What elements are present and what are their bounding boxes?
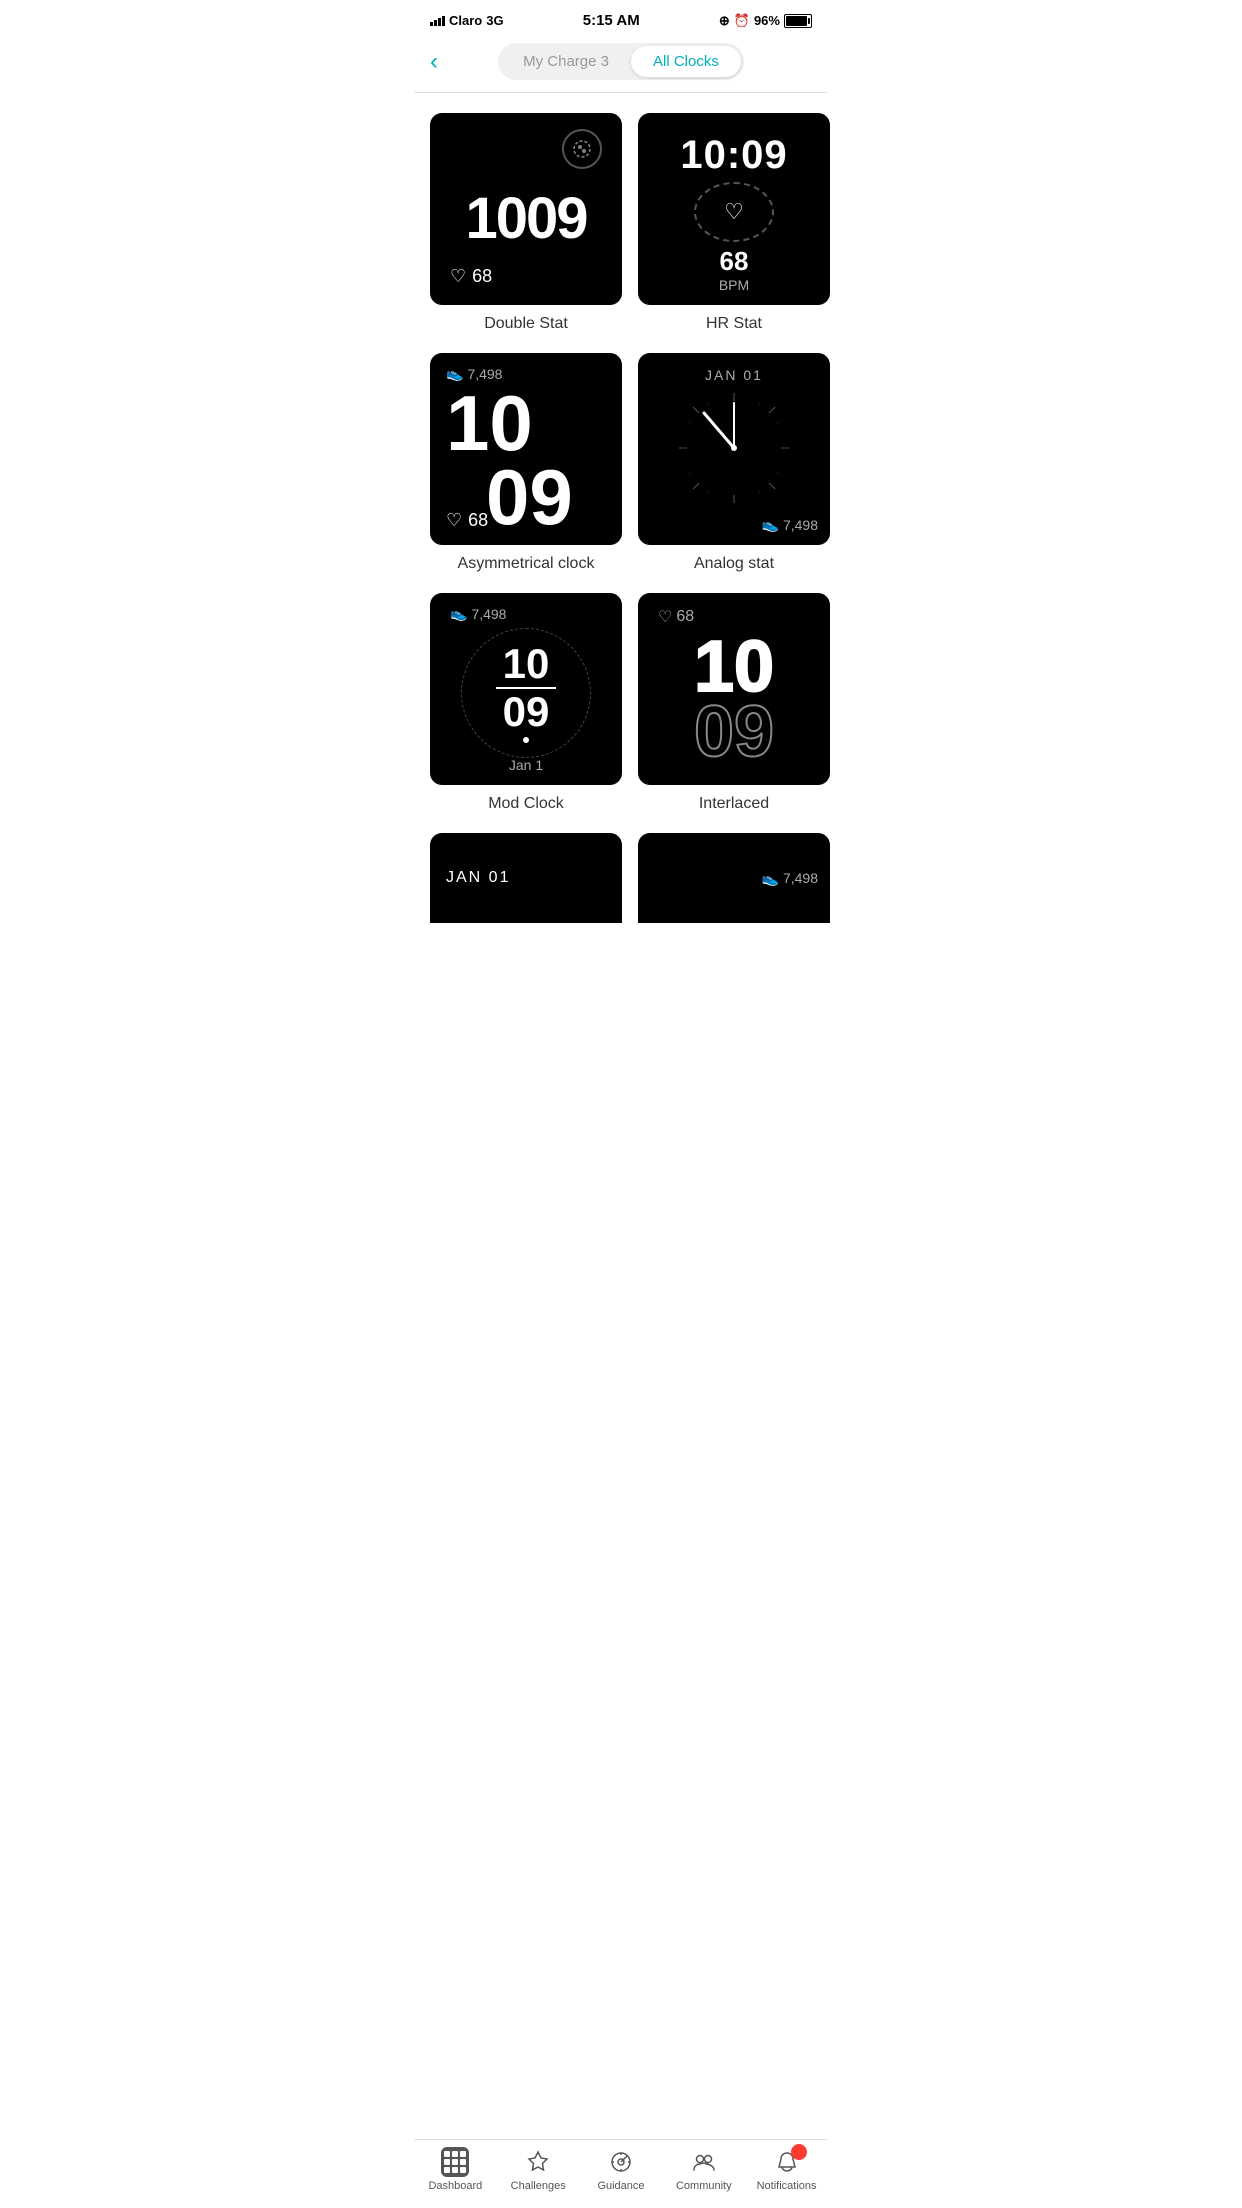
notifications-icon (773, 2148, 801, 2176)
tab-all-clocks[interactable]: All Clocks (631, 46, 741, 77)
clock-face-hr-stat: 10:09 ♡ 68 BPM (638, 113, 830, 305)
alarm-icon: ⏰ (734, 13, 750, 29)
clock-label-asym: Asymmetrical clock (458, 555, 595, 573)
battery-percent: 96% (754, 13, 780, 28)
hr-stat-display: 10:09 ♡ 68 BPM (638, 113, 830, 305)
partial-clock-row: JAN 01 👟 7,498 (414, 833, 828, 1003)
nav-item-challenges[interactable]: Challenges (508, 2148, 568, 2192)
analog-display: JAN 01 (638, 353, 830, 545)
status-bar: Claro 3G 5:15 AM ⊕ ⏰ 96% (414, 0, 828, 35)
clock-item-mod[interactable]: 👟 7,498 10 09 Jan 1 Mod Clock (430, 593, 622, 813)
partial-clock-1: JAN 01 (430, 833, 622, 923)
status-left: Claro 3G (430, 13, 504, 28)
carrier-label: Claro (449, 13, 482, 28)
analog-clock-svg (669, 383, 799, 513)
hr-circle: ♡ (694, 182, 774, 242)
dashboard-icon (441, 2148, 469, 2176)
interlaced-display: ♡ 68 10 09 (638, 593, 830, 785)
guidance-icon (607, 2148, 635, 2176)
mod-steps: 👟 7,498 (450, 605, 506, 622)
status-right: ⊕ ⏰ 96% (719, 13, 812, 29)
analog-steps: 👟 7,498 (762, 516, 818, 533)
status-time: 5:15 AM (583, 12, 640, 29)
mod-minute: 09 (503, 691, 550, 733)
clock-face-interlaced: ♡ 68 10 09 (638, 593, 830, 785)
steps-icon: 👟 (762, 516, 779, 533)
steps-icon: 👟 (762, 870, 779, 887)
notification-badge (791, 2144, 807, 2160)
clock-item-double-stat[interactable]: 1009 ♡ 68 Double Stat (430, 113, 622, 333)
clock-label-mod: Mod Clock (488, 795, 564, 813)
network-label: 3G (486, 13, 503, 28)
steps-circle-icon (562, 129, 602, 169)
heart-icon: ♡ (658, 607, 672, 627)
heart-icon: ♡ (724, 199, 744, 225)
nav-item-notifications[interactable]: Notifications (757, 2148, 817, 2192)
hr-stat-time: 10:09 (680, 133, 787, 178)
partial-clock-2: 👟 7,498 (638, 833, 830, 923)
hr-stat-bpm-num: 68 (720, 246, 749, 277)
asym-minute: 09 (486, 460, 606, 534)
back-button[interactable]: ‹ (430, 48, 438, 76)
interlaced-hr: ♡ 68 (658, 607, 694, 627)
clock-label-analog: Analog stat (694, 555, 774, 573)
clock-face-analog: JAN 01 (638, 353, 830, 545)
mod-dot (523, 737, 529, 743)
clock-item-asym[interactable]: 👟 7,498 10 09 ♡ 68 Asymmetrical clock (430, 353, 622, 573)
location-icon: ⊕ (719, 13, 730, 29)
clock-item-partial-2[interactable]: 👟 7,498 (638, 833, 830, 923)
clock-face-mod: 👟 7,498 10 09 Jan 1 (430, 593, 622, 785)
nav-label-challenges: Challenges (511, 2180, 566, 2192)
clock-label-interlaced: Interlaced (699, 795, 769, 813)
hr-stat-bpm-label: BPM (719, 277, 749, 293)
clock-face-asym: 👟 7,498 10 09 ♡ 68 (430, 353, 622, 545)
interlaced-minute: 09 (694, 700, 774, 765)
double-stat-hr: ♡ 68 (450, 266, 492, 287)
nav-item-guidance[interactable]: Guidance (591, 2148, 651, 2192)
tab-device[interactable]: My Charge 3 (501, 46, 631, 77)
clock-face-double-stat: 1009 ♡ 68 (430, 113, 622, 305)
challenges-icon (524, 2148, 552, 2176)
mod-date: Jan 1 (509, 757, 543, 773)
nav-label-dashboard: Dashboard (428, 2180, 482, 2192)
mod-circle: 10 09 (461, 628, 591, 758)
steps-icon: 👟 (450, 605, 467, 622)
mod-hour: 10 (503, 643, 550, 685)
interlaced-hour: 10 (694, 635, 774, 700)
double-stat-time: 1009 (465, 190, 586, 248)
battery-icon (784, 14, 812, 28)
partial-date-label: JAN 01 (446, 869, 510, 887)
grid-icon (444, 2151, 466, 2173)
clock-grid: 1009 ♡ 68 Double Stat 10:09 ♡ 68 BPM HR … (414, 93, 828, 833)
asym-hr: ♡ 68 (446, 510, 488, 531)
clock-item-analog[interactable]: JAN 01 (638, 353, 830, 573)
signal-icon (430, 16, 445, 26)
clock-item-hr-stat[interactable]: 10:09 ♡ 68 BPM HR Stat (638, 113, 830, 333)
clock-label-hr-stat: HR Stat (706, 315, 762, 333)
bottom-nav: Dashboard Challenges Guidance (414, 2139, 828, 2208)
asym-hour: 10 (446, 386, 606, 460)
community-icon (690, 2148, 718, 2176)
heart-icon: ♡ (446, 510, 462, 531)
heart-icon: ♡ (450, 266, 466, 287)
nav-label-guidance: Guidance (597, 2180, 644, 2192)
clock-item-interlaced[interactable]: ♡ 68 10 09 Interlaced (638, 593, 830, 813)
analog-date: JAN 01 (705, 367, 763, 383)
mod-display: 👟 7,498 10 09 Jan 1 (430, 593, 622, 785)
nav-item-community[interactable]: Community (674, 2148, 734, 2192)
nav-label-notifications: Notifications (757, 2180, 817, 2192)
tab-group: My Charge 3 All Clocks (498, 43, 744, 80)
asym-display: 👟 7,498 10 09 ♡ 68 (430, 353, 622, 545)
header-nav: ‹ My Charge 3 All Clocks (414, 35, 828, 93)
partial-steps-label: 👟 7,498 (762, 870, 818, 887)
double-stat-display: 1009 ♡ 68 (430, 113, 622, 305)
nav-label-community: Community (676, 2180, 732, 2192)
clock-item-partial-1[interactable]: JAN 01 (430, 833, 622, 923)
nav-item-dashboard[interactable]: Dashboard (425, 2148, 485, 2192)
clock-label-double-stat: Double Stat (484, 315, 568, 333)
